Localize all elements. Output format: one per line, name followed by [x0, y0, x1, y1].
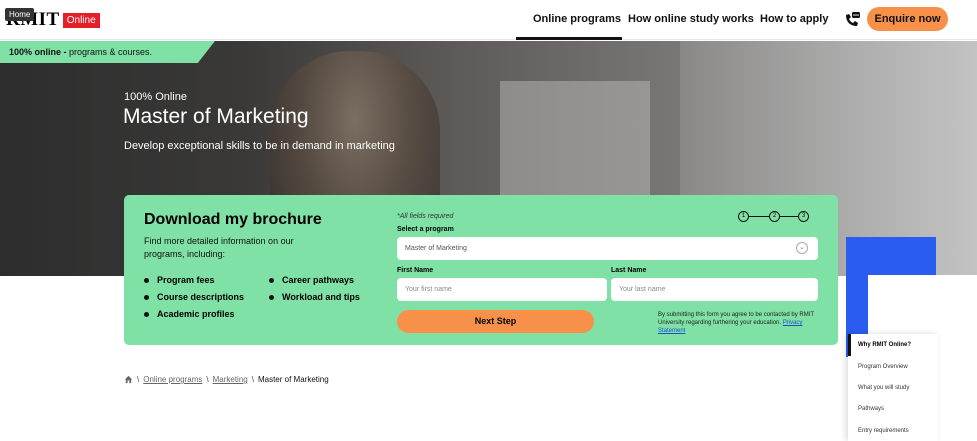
form-intro: Find more detailed information on our pr…	[144, 236, 294, 259]
hero-label: 100% Online	[124, 91, 187, 103]
brochure-form-card: Download my brochure Find more detailed …	[124, 195, 838, 345]
logo-badge: Online	[62, 12, 100, 28]
nav-how-to-apply[interactable]: How to apply	[760, 13, 828, 25]
home-icon[interactable]	[124, 375, 133, 384]
bullet-workload-tips: Workload and tips	[269, 292, 360, 302]
last-name-label: Last Name	[611, 267, 647, 274]
nav-online-programs[interactable]: Online programs	[533, 13, 621, 25]
step-indicator-3: 3	[798, 211, 809, 222]
bullet-course-descriptions: Course descriptions	[144, 292, 244, 302]
nav-active-indicator	[516, 37, 622, 40]
step-indicator-1: 1	[738, 211, 749, 222]
bullet-program-fees: Program fees	[144, 275, 215, 285]
breadcrumb: \ Online programs \ Marketing \ Master o…	[124, 375, 329, 384]
first-name-label: First Name	[397, 267, 434, 274]
hero-subtitle: Develop exceptional skills to be in dema…	[124, 140, 395, 152]
next-step-button[interactable]: Next Step	[397, 310, 594, 333]
page-title: Master of Marketing	[123, 105, 309, 128]
breadcrumb-marketing[interactable]: Marketing	[213, 375, 248, 384]
step-indicator-2: 2	[769, 211, 780, 222]
program-select-label: Select a program	[397, 226, 454, 233]
form-title: Download my brochure	[144, 211, 322, 228]
side-nav-entry-requirements[interactable]: Entry requirements	[858, 428, 909, 434]
site-header: RMIT Online Home Online programs How onl…	[0, 0, 977, 40]
program-select-value: Master of Marketing	[405, 245, 467, 252]
bullet-academic-profiles: Academic profiles	[144, 309, 235, 319]
side-nav-program-overview[interactable]: Program Overview	[858, 364, 908, 370]
program-select[interactable]: Master of Marketing ⌄	[397, 237, 818, 260]
first-name-field[interactable]: Your first name	[397, 278, 607, 301]
side-nav-pathways[interactable]: Pathways	[858, 406, 884, 412]
required-fields-note: *All fields required	[397, 213, 454, 220]
page-section-nav: Why RMIT Online? Program Overview What y…	[848, 334, 938, 441]
chat-phone-icon[interactable]	[843, 11, 861, 29]
online-ribbon-text: 100% online - programs & courses.	[9, 47, 153, 57]
step-connector	[749, 216, 769, 217]
nav-how-online-study-works[interactable]: How online study works	[628, 13, 754, 25]
side-nav-why-rmit-online[interactable]: Why RMIT Online?	[858, 342, 911, 348]
home-tooltip: Home	[5, 8, 35, 21]
bullet-career-pathways: Career pathways	[269, 275, 354, 285]
last-name-field[interactable]: Your last name	[611, 278, 818, 301]
side-nav-what-you-will-study[interactable]: What you will study	[858, 385, 909, 391]
breadcrumb-online-programs[interactable]: Online programs	[143, 375, 202, 384]
enquire-now-button[interactable]: Enquire now	[867, 7, 948, 31]
chevron-down-icon: ⌄	[796, 242, 808, 254]
breadcrumb-current: Master of Marketing	[257, 375, 329, 384]
consent-text: By submitting this form you agree to be …	[658, 312, 814, 334]
step-connector	[780, 216, 798, 217]
